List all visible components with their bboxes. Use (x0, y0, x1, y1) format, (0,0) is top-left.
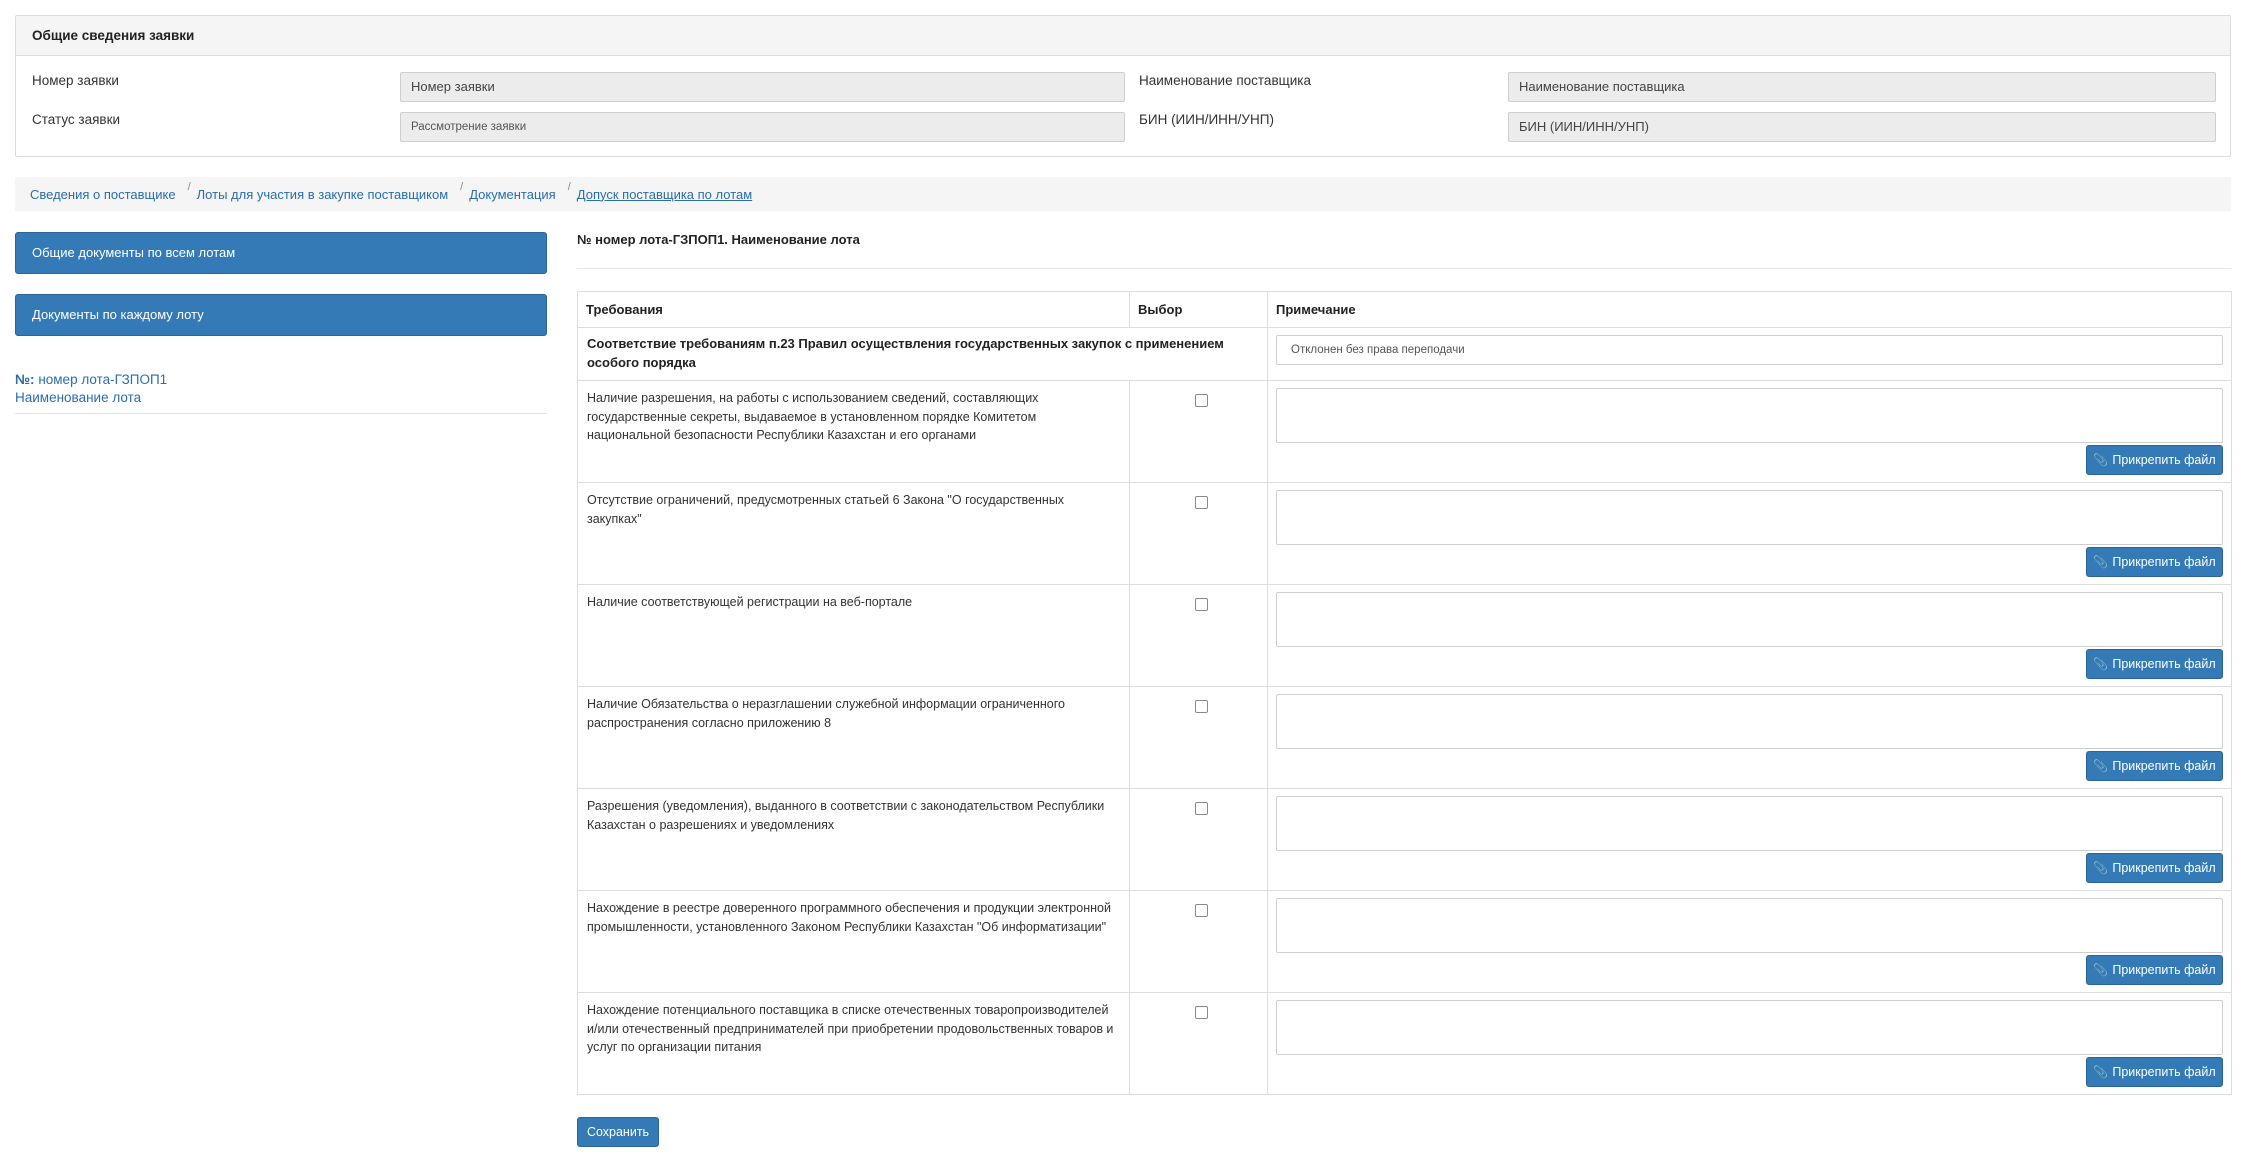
breadcrumb-documentation[interactable]: Документация (469, 187, 556, 202)
table-row: Соответствие требованиям п.23 Правил осу… (577, 327, 2232, 381)
requirement-text: Разрешения (уведомления), выданного в со… (587, 799, 1105, 832)
bin-input[interactable]: БИН (ИИН/ИНН/УНП) (1508, 112, 2216, 142)
attach-file-label: Прикрепить файл (2112, 1065, 2216, 1079)
requirement-checkbox[interactable] (1195, 700, 1208, 713)
table-row: Наличие Обязательства о неразглашении сл… (577, 686, 2232, 789)
breadcrumb-lot-admission[interactable]: Допуск поставщика по лотам (577, 187, 752, 202)
requirement-text: Отсутствие ограничений, предусмотренных … (587, 493, 1065, 526)
table-row: Наличие разрешения, на работы с использо… (577, 380, 2232, 483)
breadcrumb-separator: / (460, 181, 464, 193)
attach-file-button[interactable]: 📎 Прикрепить файл (2086, 1057, 2223, 1087)
app-number-input[interactable]: Номер заявки (400, 72, 1125, 102)
attach-file-label: Прикрепить файл (2112, 759, 2216, 773)
all-lots-documents-button[interactable]: Общие документы по всем лотам (15, 232, 547, 274)
paperclip-icon: 📎 (2093, 1065, 2109, 1079)
breadcrumb: Сведения о поставщике / Лоты для участия… (15, 177, 2231, 211)
breadcrumb-separator: / (567, 181, 571, 193)
attach-file-label: Прикрепить файл (2112, 555, 2216, 569)
general-info-panel: Общие сведения заявки Номер заявки Номер… (15, 15, 2231, 157)
table-row: Нахождение в реестре доверенного програм… (577, 890, 2232, 993)
paperclip-icon: 📎 (2093, 555, 2109, 569)
attach-file-button[interactable]: 📎 Прикрепить файл (2086, 955, 2223, 985)
each-lot-documents-button[interactable]: Документы по каждому лоту (15, 294, 547, 336)
note-textarea[interactable] (1276, 490, 2223, 545)
table-row: Наличие соответствующей регистрации на в… (577, 584, 2232, 687)
requirement-text: Нахождение потенциального поставщика в с… (587, 1003, 1114, 1054)
lot-title-divider (577, 268, 2231, 269)
note-textarea[interactable] (1276, 796, 2223, 851)
attach-file-button[interactable]: 📎 Прикрепить файл (2086, 547, 2223, 577)
breadcrumb-lots[interactable]: Лоты для участия в закупке поставщиком (197, 187, 449, 202)
note-textarea[interactable] (1276, 1000, 2223, 1055)
attach-file-label: Прикрепить файл (2112, 861, 2216, 875)
sidebar-divider (15, 413, 547, 414)
attach-file-label: Прикрепить файл (2112, 453, 2216, 467)
requirement-group-title: Соответствие требованиям п.23 Правил осу… (587, 336, 1224, 370)
requirement-checkbox[interactable] (1195, 1006, 1208, 1019)
requirement-text: Наличие Обязательства о неразглашении сл… (587, 697, 1065, 730)
supplier-name-input[interactable]: Наименование поставщика (1508, 72, 2216, 102)
attach-file-button[interactable]: 📎 Прикрепить файл (2086, 649, 2223, 679)
requirement-checkbox[interactable] (1195, 598, 1208, 611)
table-row: Отсутствие ограничений, предусмотренных … (577, 482, 2232, 585)
status-label: Статус заявки (32, 112, 121, 127)
header-note: Примечание (1267, 291, 2232, 328)
app-number-label: Номер заявки (32, 73, 119, 88)
table-row: Разрешения (уведомления), выданного в со… (577, 788, 2232, 891)
lot-number: номер лота-ГЗПОП1 (38, 372, 168, 387)
attach-file-button[interactable]: 📎 Прикрепить файл (2086, 751, 2223, 781)
requirement-text: Нахождение в реестре доверенного програм… (587, 901, 1111, 934)
attach-file-button[interactable]: 📎 Прикрепить файл (2086, 445, 2223, 475)
lot-prefix: №: (15, 372, 35, 387)
header-choice: Выбор (1129, 291, 1268, 328)
header-requirements: Требования (577, 291, 1130, 328)
requirement-checkbox[interactable] (1195, 904, 1208, 917)
supplier-name-label: Наименование поставщика (1139, 73, 1311, 88)
requirement-checkbox[interactable] (1195, 496, 1208, 509)
sidebar-lot-link[interactable]: №: номер лота-ГЗПОП1 Наименование лота (15, 371, 547, 407)
requirement-checkbox[interactable] (1195, 802, 1208, 815)
attach-file-label: Прикрепить файл (2112, 963, 2216, 977)
table-row: Нахождение потенциального поставщика в с… (577, 992, 2232, 1095)
general-info-title: Общие сведения заявки (16, 16, 2230, 56)
requirement-checkbox[interactable] (1195, 394, 1208, 407)
status-input[interactable]: Рассмотрение заявки (400, 112, 1125, 142)
save-button[interactable]: Сохранить (577, 1117, 659, 1147)
attach-file-button[interactable]: 📎 Прикрепить файл (2086, 853, 2223, 883)
paperclip-icon: 📎 (2093, 963, 2109, 977)
lot-title: № номер лота-ГЗПОП1. Наименование лота (577, 232, 860, 247)
lot-name: Наименование лота (15, 390, 142, 405)
attach-file-label: Прикрепить файл (2112, 657, 2216, 671)
breadcrumb-separator: / (187, 181, 191, 193)
note-textarea[interactable] (1276, 898, 2223, 953)
requirements-table: Требования Выбор Примечание Соответствие… (577, 291, 2232, 1095)
note-textarea[interactable] (1276, 592, 2223, 647)
bin-label: БИН (ИИН/ИНН/УНП) (1139, 112, 1274, 127)
note-textarea[interactable] (1276, 694, 2223, 749)
requirement-text: Наличие соответствующей регистрации на в… (587, 595, 913, 609)
paperclip-icon: 📎 (2093, 453, 2109, 467)
paperclip-icon: 📎 (2093, 759, 2109, 773)
paperclip-icon: 📎 (2093, 657, 2109, 671)
breadcrumb-supplier-info[interactable]: Сведения о поставщике (30, 187, 176, 202)
requirement-text: Наличие разрешения, на работы с использо… (587, 391, 1039, 442)
note-textarea[interactable] (1276, 388, 2223, 443)
paperclip-icon: 📎 (2093, 861, 2109, 875)
note-input[interactable]: Отклонен без права переподачи (1276, 335, 2223, 365)
